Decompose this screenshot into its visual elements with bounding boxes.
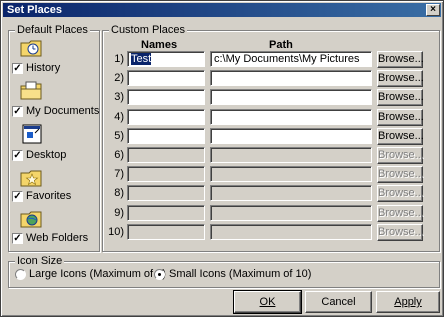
browse-button-4[interactable]: Browse... bbox=[377, 109, 424, 126]
row-number-1: 1) bbox=[114, 53, 124, 65]
path-input-6[interactable] bbox=[210, 147, 372, 163]
name-input-8[interactable] bbox=[127, 185, 205, 201]
path-input-3[interactable] bbox=[210, 89, 372, 105]
browse-button-9[interactable]: Browse... bbox=[377, 205, 424, 222]
row-number-3: 3) bbox=[114, 91, 124, 103]
set-places-dialog: Set Places × Default Places ✓ History ✓ … bbox=[0, 0, 444, 317]
names-column-header: Names bbox=[141, 39, 178, 51]
browse-button-8[interactable]: Browse... bbox=[377, 185, 424, 202]
row-number-8: 8) bbox=[114, 187, 124, 199]
small-icons-radio[interactable] bbox=[154, 269, 165, 280]
name-input-5[interactable] bbox=[127, 128, 205, 144]
my-documents-label: My Documents bbox=[26, 105, 100, 117]
custom-places-legend: Custom Places bbox=[109, 24, 187, 36]
path-input-5[interactable] bbox=[210, 128, 372, 144]
browse-button-3[interactable]: Browse... bbox=[377, 89, 424, 106]
history-checkbox[interactable]: ✓ bbox=[12, 63, 23, 74]
browse-button-6[interactable]: Browse... bbox=[377, 147, 424, 164]
name-value-1: Test bbox=[131, 53, 152, 65]
my-documents-checkbox[interactable]: ✓ bbox=[12, 106, 23, 117]
name-input-3[interactable] bbox=[127, 89, 205, 105]
path-column-header: Path bbox=[269, 39, 293, 51]
desktop-checkbox[interactable]: ✓ bbox=[12, 150, 23, 161]
favorites-label: Favorites bbox=[26, 190, 72, 202]
path-input-8[interactable] bbox=[210, 185, 372, 201]
name-input-10[interactable] bbox=[127, 224, 205, 240]
row-number-6: 6) bbox=[114, 149, 124, 161]
browse-button-1[interactable]: Browse... bbox=[377, 51, 424, 68]
path-input-4[interactable] bbox=[210, 109, 372, 125]
row-number-10: 10) bbox=[108, 226, 124, 238]
path-input-10[interactable] bbox=[210, 224, 372, 240]
close-icon: × bbox=[430, 4, 436, 15]
close-button[interactable]: × bbox=[426, 4, 440, 16]
row-number-2: 2) bbox=[114, 72, 124, 84]
cancel-button[interactable]: Cancel bbox=[305, 291, 372, 313]
large-icons-radio[interactable] bbox=[15, 269, 26, 280]
path-value-1: c:\My Documents\My Pictures bbox=[214, 53, 360, 65]
browse-button-10[interactable]: Browse... bbox=[377, 224, 424, 241]
favorites-checkbox[interactable]: ✓ bbox=[12, 191, 23, 202]
path-input-9[interactable] bbox=[210, 205, 372, 221]
row-number-5: 5) bbox=[114, 130, 124, 142]
my-documents-folder-icon bbox=[20, 81, 42, 100]
small-icons-label: Small Icons (Maximum of 10) bbox=[169, 268, 312, 280]
browse-button-5[interactable]: Browse... bbox=[377, 128, 424, 145]
web-folders-checkbox[interactable]: ✓ bbox=[12, 233, 23, 244]
browse-button-7[interactable]: Browse... bbox=[377, 166, 424, 183]
name-input-7[interactable] bbox=[127, 166, 205, 182]
window-title: Set Places bbox=[7, 4, 63, 16]
title-bar[interactable]: Set Places bbox=[3, 3, 441, 17]
browse-button-2[interactable]: Browse... bbox=[377, 70, 424, 87]
default-places-legend: Default Places bbox=[15, 24, 90, 36]
row-number-7: 7) bbox=[114, 168, 124, 180]
ok-button[interactable]: OK bbox=[233, 290, 302, 314]
name-input-6[interactable] bbox=[127, 147, 205, 163]
path-input-7[interactable] bbox=[210, 166, 372, 182]
icon-size-legend: Icon Size bbox=[15, 255, 65, 267]
name-input-1[interactable]: Test bbox=[127, 51, 205, 67]
apply-button[interactable]: Apply bbox=[376, 291, 440, 313]
large-icons-label: Large Icons (Maximum of 5) bbox=[29, 268, 166, 280]
history-folder-icon bbox=[20, 40, 42, 57]
desktop-label: Desktop bbox=[26, 149, 67, 161]
row-number-9: 9) bbox=[114, 207, 124, 219]
web-folders-label: Web Folders bbox=[26, 232, 89, 244]
default-places-group: Default Places ✓ History ✓ My Documents bbox=[8, 24, 100, 252]
name-input-4[interactable] bbox=[127, 109, 205, 125]
name-input-9[interactable] bbox=[127, 205, 205, 221]
web-folders-icon bbox=[20, 211, 42, 228]
history-label: History bbox=[26, 62, 61, 74]
path-input-2[interactable] bbox=[210, 70, 372, 86]
row-number-4: 4) bbox=[114, 111, 124, 123]
favorites-folder-icon bbox=[20, 170, 42, 187]
desktop-icon bbox=[22, 124, 42, 144]
name-input-2[interactable] bbox=[127, 70, 205, 86]
path-input-1[interactable]: c:\My Documents\My Pictures bbox=[210, 51, 372, 67]
